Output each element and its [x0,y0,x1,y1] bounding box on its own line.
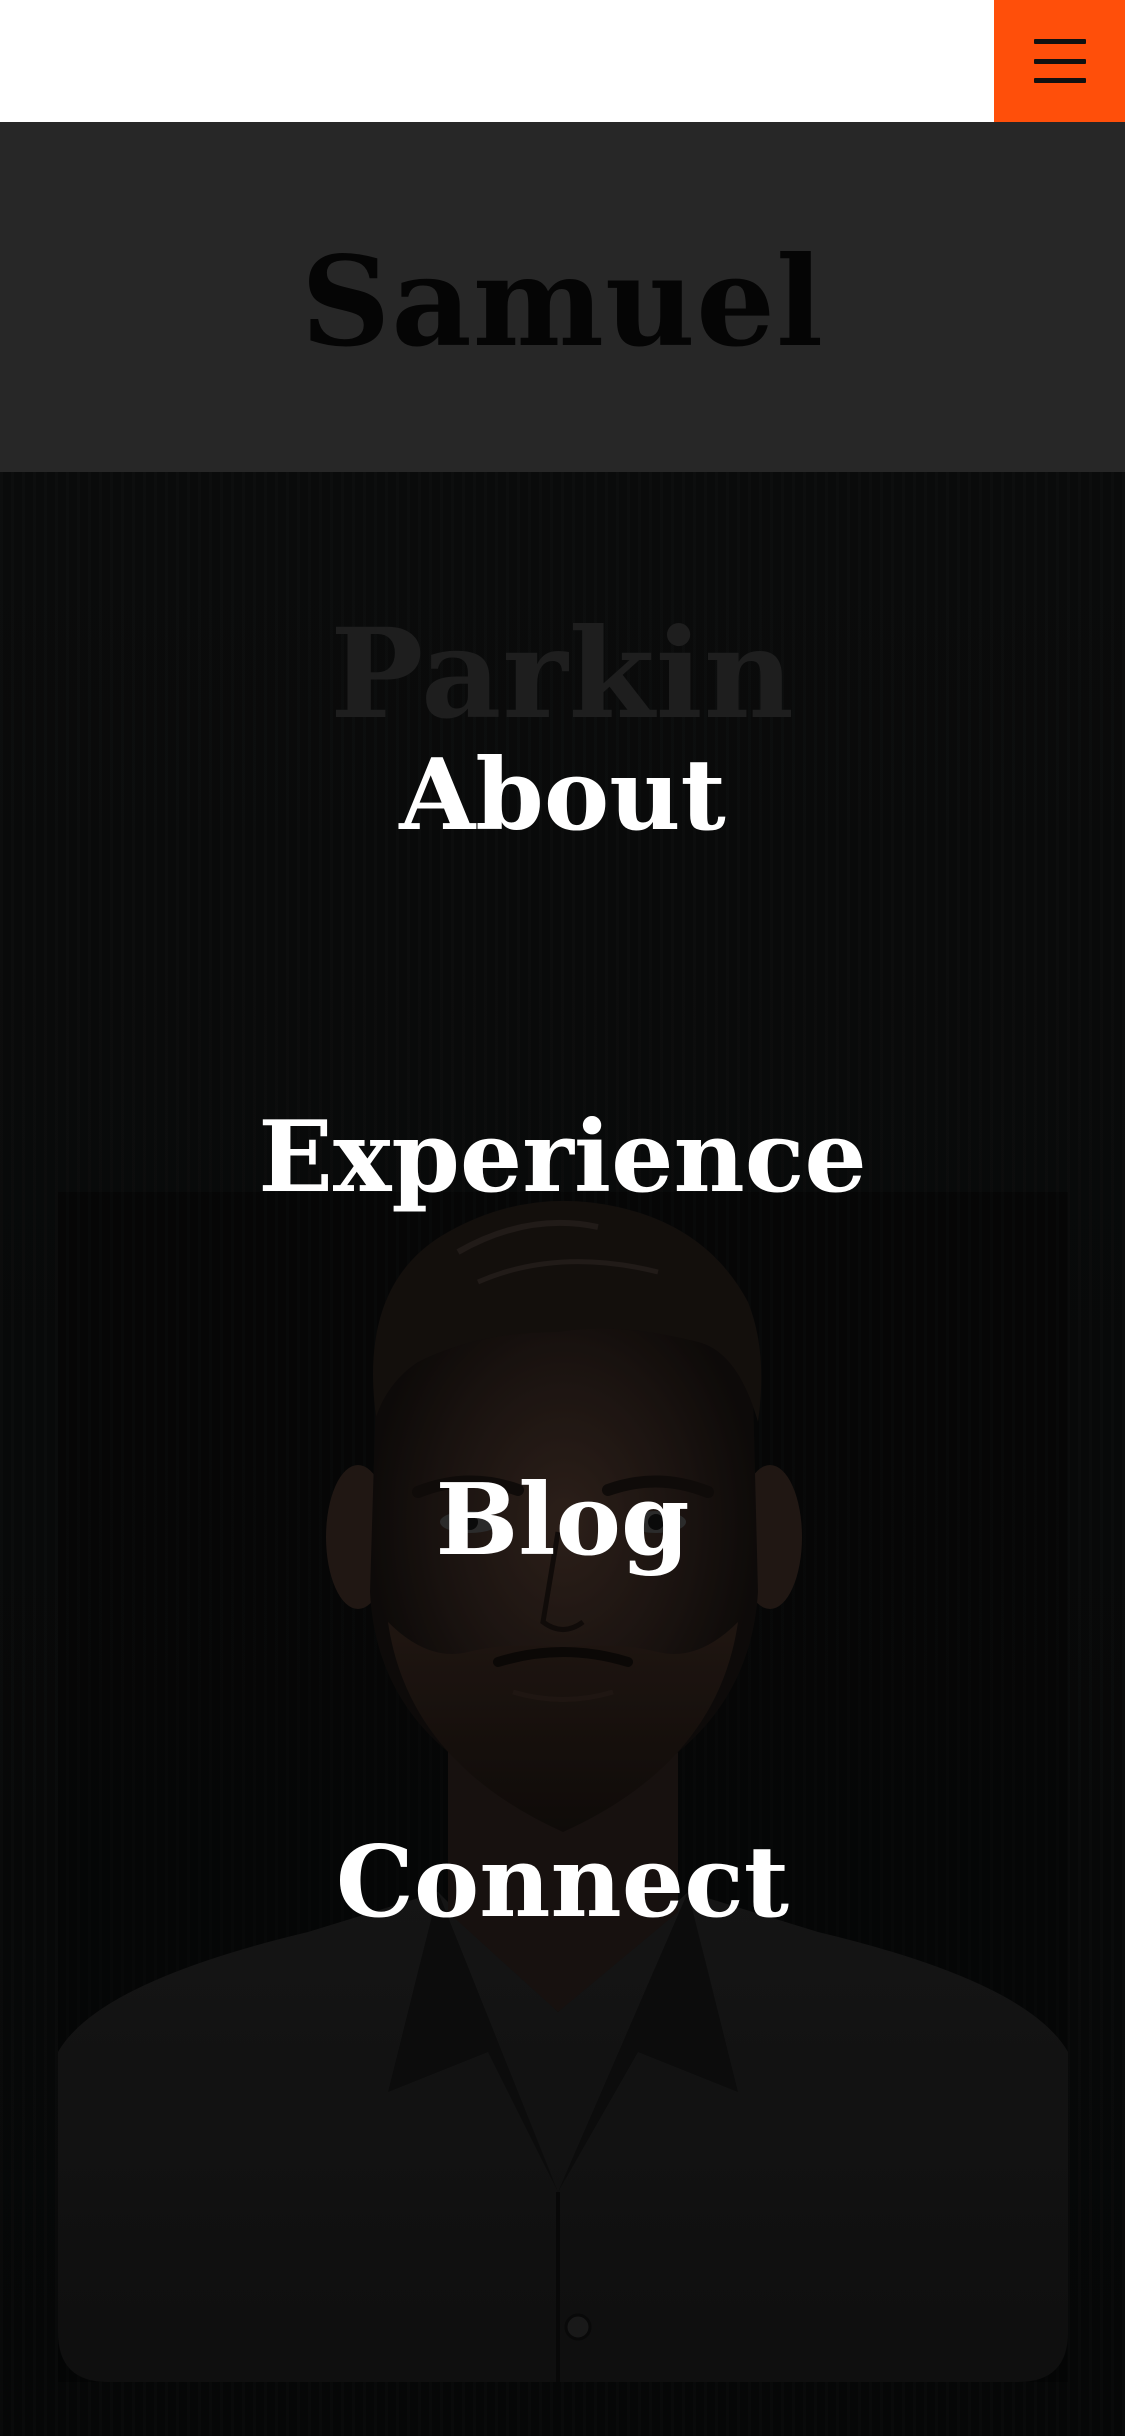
last-name: Parkin [330,602,795,747]
nav-item-about[interactable]: About [0,747,1125,845]
portrait-image [58,1192,1068,2382]
hero-section: Parkin About Experience Blog Connect [0,472,1125,2436]
hamburger-menu-icon [1033,35,1086,87]
menu-button[interactable] [994,0,1125,122]
first-name: Samuel [300,229,825,375]
nav-item-experience[interactable]: Experience [0,1109,1125,1207]
page: Samuel Parkin About Experience Blog Conn… [0,0,1125,2436]
nav-item-blog[interactable]: Blog [0,1472,1125,1570]
name-band: Samuel [0,122,1125,472]
nav-item-connect[interactable]: Connect [0,1834,1125,1932]
top-bar [0,0,1125,122]
